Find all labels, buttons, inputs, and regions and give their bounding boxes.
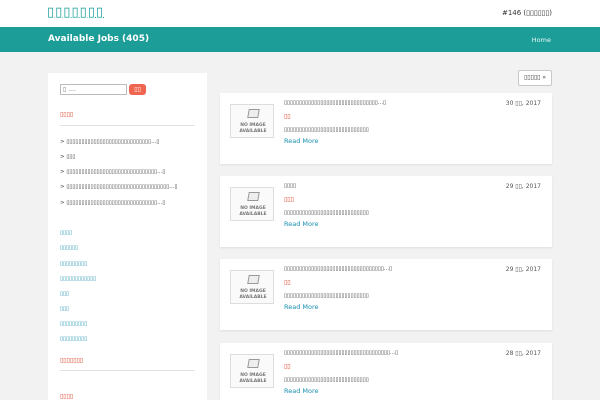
job-title[interactable]: ▯▯▯▯▯▯▯▯▯▯▯▯▯▯▯▯▯▯▯▯▯▯▯▯▯▯▯▯▯▯▯▯▯...▯ bbox=[284, 266, 392, 272]
job-date: 29 ▯▯, 2017 bbox=[505, 266, 541, 273]
category-link[interactable]: ▯▯▯ bbox=[60, 291, 69, 297]
read-more-link[interactable]: Read More bbox=[284, 303, 319, 311]
job-description: ▯▯▯▯▯▯▯▯▯▯▯▯▯▯▯▯▯▯▯▯▯▯▯▯▯▯▯▯ bbox=[284, 127, 369, 133]
search-button[interactable]: ▯▯ bbox=[129, 84, 146, 95]
image-icon bbox=[247, 275, 260, 284]
job-description: ▯▯▯▯▯▯▯▯▯▯▯▯▯▯▯▯▯▯▯▯▯▯▯▯▯▯▯▯ bbox=[284, 210, 369, 216]
no-image-placeholder: NO IMAGE AVAILABLE bbox=[230, 187, 274, 221]
job-description: ▯▯▯▯▯▯▯▯▯▯▯▯▯▯▯▯▯▯▯▯▯▯▯▯▯▯▯▯ bbox=[284, 293, 369, 299]
no-image-line2: AVAILABLE bbox=[239, 379, 267, 384]
read-more-link[interactable]: Read More bbox=[284, 220, 319, 228]
no-image-placeholder: NO IMAGE AVAILABLE bbox=[230, 354, 274, 388]
job-badge: ▯▯ bbox=[284, 363, 291, 370]
category-link[interactable]: ▯▯▯▯▯▯▯▯▯▯▯▯ bbox=[60, 276, 96, 282]
no-image-placeholder: NO IMAGE AVAILABLE bbox=[230, 270, 274, 304]
job-card[interactable]: NO IMAGE AVAILABLE ▯▯▯▯▯▯▯▯▯▯▯▯▯▯▯▯▯▯▯▯▯… bbox=[220, 259, 552, 330]
recent-job-item[interactable]: > ▯▯▯ bbox=[60, 154, 75, 160]
read-more-link[interactable]: Read More bbox=[284, 387, 319, 395]
no-image-line2: AVAILABLE bbox=[239, 129, 267, 134]
top-right-info: #146 (▯▯▯▯▯▯) bbox=[501, 9, 552, 17]
no-image-line1: NO IMAGE bbox=[240, 373, 266, 378]
no-image-line1: NO IMAGE bbox=[240, 289, 266, 294]
home-link[interactable]: Home bbox=[532, 36, 551, 44]
site-title[interactable]: ▯▯▯▯▯▯▯ bbox=[47, 5, 104, 20]
job-title[interactable]: ▯▯▯▯ bbox=[284, 183, 296, 189]
recent-job-item[interactable]: > ▯▯▯▯▯▯▯▯▯▯▯▯▯▯▯▯▯▯▯▯▯▯▯▯▯▯▯▯▯▯...▯ bbox=[60, 200, 165, 206]
sidebar: ▯▯ ▯▯▯▯ > ▯▯▯▯▯▯▯▯▯▯▯▯▯▯▯▯▯▯▯▯▯▯▯▯▯▯▯▯..… bbox=[48, 73, 207, 400]
no-image-line1: NO IMAGE bbox=[240, 123, 266, 128]
category-link[interactable]: ▯▯▯▯▯▯▯▯▯ bbox=[60, 321, 87, 327]
no-image-line2: AVAILABLE bbox=[239, 212, 267, 217]
job-title[interactable]: ▯▯▯▯▯▯▯▯▯▯▯▯▯▯▯▯▯▯▯▯▯▯▯▯▯▯▯▯▯▯▯...▯ bbox=[284, 100, 386, 106]
category-link[interactable]: ▯▯▯▯ bbox=[60, 230, 72, 236]
category-link[interactable]: ▯▯▯▯▯▯▯▯▯ bbox=[60, 261, 87, 267]
sort-button[interactable]: ▯▯▯▯▯ » bbox=[518, 70, 552, 86]
job-badge: ▯▯ bbox=[284, 279, 291, 286]
job-description: ▯▯▯▯▯▯▯▯▯▯▯▯▯▯▯▯▯▯▯▯▯▯▯▯▯▯▯▯ bbox=[284, 377, 369, 383]
divider bbox=[60, 125, 195, 126]
no-image-line2: AVAILABLE bbox=[239, 295, 267, 300]
job-card[interactable]: NO IMAGE AVAILABLE ▯▯▯▯ 29 ▯▯, 2017 ▯▯▯ … bbox=[220, 176, 552, 247]
page-title: Available Jobs (405) bbox=[48, 34, 150, 44]
no-image-placeholder: NO IMAGE AVAILABLE bbox=[230, 104, 274, 138]
job-date: 30 ▯▯, 2017 bbox=[505, 100, 541, 107]
image-icon bbox=[247, 109, 260, 118]
search-input[interactable] bbox=[60, 84, 127, 95]
job-card[interactable]: NO IMAGE AVAILABLE ▯▯▯▯▯▯▯▯▯▯▯▯▯▯▯▯▯▯▯▯▯… bbox=[220, 93, 552, 164]
section-heading: ▯▯▯▯▯▯▯ bbox=[60, 357, 84, 364]
job-badge: ▯▯▯ bbox=[284, 196, 294, 203]
category-link[interactable]: ▯▯▯▯▯▯▯▯▯ bbox=[60, 336, 87, 342]
top-bar: ▯▯▯▯▯▯▯ #146 (▯▯▯▯▯▯) bbox=[0, 0, 600, 27]
section-heading: ▯▯▯▯ bbox=[60, 393, 74, 400]
category-link[interactable]: ▯▯▯ bbox=[60, 306, 69, 312]
recent-jobs-heading: ▯▯▯▯ bbox=[60, 111, 74, 118]
job-date: 29 ▯▯, 2017 bbox=[505, 183, 541, 190]
job-date: 28 ▯▯, 2017 bbox=[505, 350, 541, 357]
category-link[interactable]: ▯▯▯▯▯▯ bbox=[60, 245, 78, 251]
recent-job-item[interactable]: > ▯▯▯▯▯▯▯▯▯▯▯▯▯▯▯▯▯▯▯▯▯▯▯▯▯▯▯▯...▯ bbox=[60, 139, 159, 145]
recent-job-item[interactable]: > ▯▯▯▯▯▯▯▯▯▯▯▯▯▯▯▯▯▯▯▯▯▯▯▯▯▯▯▯▯▯▯▯▯▯...▯ bbox=[60, 184, 178, 190]
job-title[interactable]: ▯▯▯▯▯▯▯▯▯▯▯▯▯▯▯▯▯▯▯▯▯▯▯▯▯▯▯▯▯▯▯▯▯▯▯...▯ bbox=[284, 350, 398, 356]
recent-job-item[interactable]: > ▯▯▯▯▯▯▯▯▯▯▯▯▯▯▯▯▯▯▯▯▯▯▯▯▯▯▯▯▯▯...▯ bbox=[60, 169, 165, 175]
read-more-link[interactable]: Read More bbox=[284, 137, 319, 145]
image-icon bbox=[247, 192, 260, 201]
image-icon bbox=[247, 359, 260, 368]
page-banner: Available Jobs (405) Home bbox=[0, 27, 600, 52]
job-card[interactable]: NO IMAGE AVAILABLE ▯▯▯▯▯▯▯▯▯▯▯▯▯▯▯▯▯▯▯▯▯… bbox=[220, 343, 552, 400]
divider bbox=[60, 370, 195, 371]
job-badge: ▯▯ bbox=[284, 113, 291, 120]
no-image-line1: NO IMAGE bbox=[240, 206, 266, 211]
